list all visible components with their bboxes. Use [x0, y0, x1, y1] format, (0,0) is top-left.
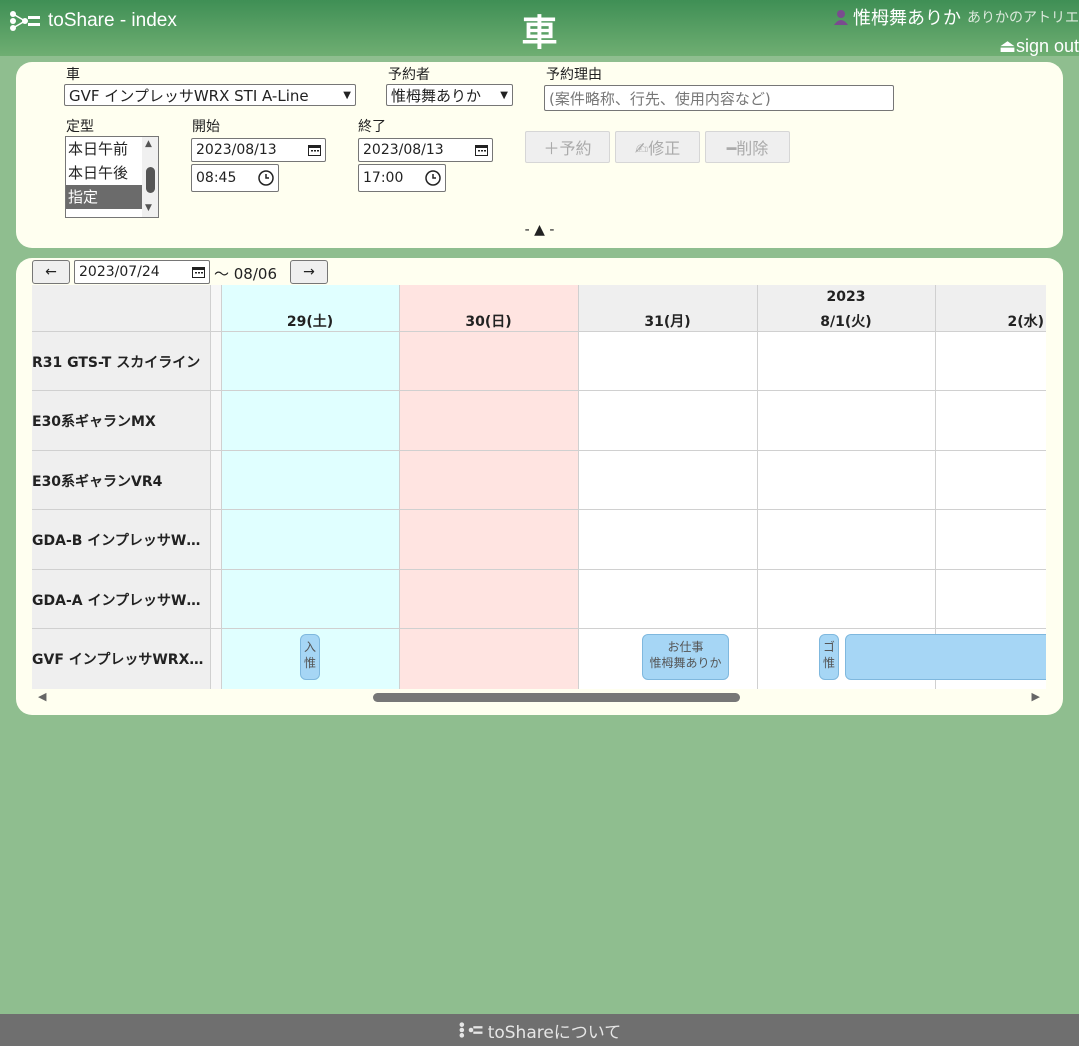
grid-line: [32, 569, 1046, 570]
scroll-up-icon[interactable]: ▲: [145, 139, 152, 149]
end-time-input[interactable]: 17:00: [358, 164, 446, 192]
edit-button[interactable]: ✍修正: [615, 131, 700, 163]
grid-line: [32, 628, 1046, 629]
from-date-value: 2023/07/24: [79, 264, 160, 280]
app-footer[interactable]: toShareについて: [0, 1014, 1079, 1046]
prev-week-button[interactable]: ←: [32, 260, 70, 284]
start-time-value: 08:45: [196, 170, 237, 186]
end-date-input[interactable]: 2023/08/13: [358, 138, 493, 162]
user-icon: [834, 10, 848, 25]
event-person: 惟: [822, 656, 835, 670]
chevron-down-icon: ▼: [343, 89, 351, 101]
grid-line: [578, 285, 579, 689]
row-label: E30系ギャランVR4: [32, 473, 163, 490]
schedule-grid: 29(土) 30(日) 31(月) 2023 8/1(火) 2(水) R31 G…: [32, 285, 1046, 689]
calendar-icon[interactable]: [192, 266, 205, 278]
start-label: 開始: [192, 119, 220, 135]
grid-line: [210, 285, 211, 689]
delete-button[interactable]: ━削除: [705, 131, 790, 163]
scroll-right-icon[interactable]: ▶: [1032, 690, 1040, 703]
column-header: 2023 8/1(火): [757, 285, 935, 331]
signout-link[interactable]: ⏏sign out: [999, 36, 1079, 57]
event-person: 惟栂舞ありか: [649, 656, 722, 670]
from-date-input[interactable]: 2023/07/24: [74, 260, 210, 284]
booker-select-value: 惟栂舞ありか: [391, 86, 482, 105]
grid-line: [32, 390, 1046, 391]
reason-placeholder: (案件略称、行先、使用内容など): [549, 89, 771, 108]
preset-option-selected[interactable]: 指定: [66, 185, 144, 209]
calendar-icon[interactable]: [475, 144, 488, 156]
reason-label: 予約理由: [546, 67, 602, 83]
column-header: 30(日): [399, 285, 578, 331]
booker-label: 予約者: [388, 67, 430, 83]
horizontal-scrollbar[interactable]: ◀ ▶: [32, 689, 1046, 705]
column-day: 31(月): [644, 314, 691, 330]
grid-line: [399, 285, 400, 689]
car-select-value: GVF インプレッサWRX STI A-Line: [69, 86, 309, 105]
reservation-form: 車 GVF インプレッサWRX STI A-Line ▼ 予約者 惟栂舞ありか …: [16, 62, 1063, 248]
end-label: 終了: [358, 119, 386, 135]
grid-line: [32, 509, 1046, 510]
grid-line: [32, 331, 1046, 332]
booker-select[interactable]: 惟栂舞ありか ▼: [386, 84, 513, 106]
listbox-scroll-thumb[interactable]: [146, 167, 155, 193]
column-header: 2(水): [935, 285, 1046, 331]
grid-line: [32, 450, 1046, 451]
event-title: 入: [303, 640, 316, 654]
listbox-scrollbar[interactable]: ▲ ▼: [142, 137, 158, 217]
start-time-input[interactable]: 08:45: [191, 164, 279, 192]
next-week-button[interactable]: →: [290, 260, 328, 284]
calendar-icon[interactable]: [308, 144, 321, 156]
row-label: R31 GTS-T スカイライン: [32, 354, 201, 371]
collapse-toggle[interactable]: - ▲ -: [16, 222, 1063, 238]
column-day: 30(日): [465, 314, 512, 330]
grid-line: [221, 285, 222, 689]
share-nodes-icon: [459, 1022, 483, 1038]
user-info[interactable]: 惟栂舞ありか ありかのアトリエ: [833, 4, 1079, 30]
event-title: ゴ: [822, 640, 835, 654]
grid-line: [757, 285, 758, 689]
column-day: 29(土): [286, 314, 334, 330]
event-person: 惟: [303, 656, 316, 670]
date-range-end: ～ 08/06: [214, 265, 277, 283]
car-select[interactable]: GVF インプレッサWRX STI A-Line ▼: [64, 84, 356, 106]
column-day: 8/1(火): [820, 314, 872, 330]
user-subtitle: ありかのアトリエ: [967, 10, 1079, 26]
reservation-event[interactable]: お仕事 惟栂舞ありか: [642, 634, 729, 680]
row-label: GDA-A インプレッサW…: [32, 592, 201, 609]
column-year: 2023: [826, 289, 866, 305]
start-date-value: 2023/08/13: [196, 142, 277, 158]
reservation-event[interactable]: ゴ 惟: [819, 634, 839, 680]
clock-icon[interactable]: [258, 170, 274, 186]
row-label: E30系ギャランMX: [32, 413, 156, 430]
reserve-button[interactable]: ＋予約: [525, 131, 610, 163]
row-label: GVF インプレッサWRX…: [32, 652, 204, 668]
horizontal-scroll-thumb[interactable]: [373, 693, 740, 702]
scroll-left-icon[interactable]: ◀: [38, 690, 46, 703]
end-date-value: 2023/08/13: [363, 142, 444, 158]
preset-label: 定型: [66, 119, 94, 135]
car-label: 車: [66, 67, 80, 83]
grid-line: [935, 285, 936, 689]
reservation-event[interactable]: 入 惟: [300, 634, 320, 680]
schedule-panel: ← 2023/07/24 ～ 08/06 → 29(土) 30(日) 31(月): [16, 258, 1063, 715]
column-header: 31(月): [578, 285, 757, 331]
end-time-value: 17:00: [363, 170, 404, 186]
column-day: 2(水): [1007, 314, 1044, 330]
user-name: 惟栂舞ありか: [853, 8, 961, 29]
about-link[interactable]: toShareについて: [488, 1018, 622, 1043]
clock-icon[interactable]: [425, 170, 441, 186]
event-title: お仕事: [667, 640, 704, 654]
app-header: toShare - index 車 惟栂舞ありか ありかのアトリエ ⏏sign …: [0, 0, 1079, 56]
reason-input[interactable]: (案件略称、行先、使用内容など): [544, 85, 894, 111]
preset-listbox[interactable]: 本日午前 本日午後 指定 ▲ ▼: [65, 136, 159, 218]
reservation-event[interactable]: [845, 634, 1046, 680]
row-label: GDA-B インプレッサW…: [32, 532, 201, 549]
column-header: 29(土): [221, 285, 399, 331]
scroll-down-icon[interactable]: ▼: [145, 203, 152, 213]
start-date-input[interactable]: 2023/08/13: [191, 138, 326, 162]
chevron-down-icon: ▼: [500, 89, 508, 101]
